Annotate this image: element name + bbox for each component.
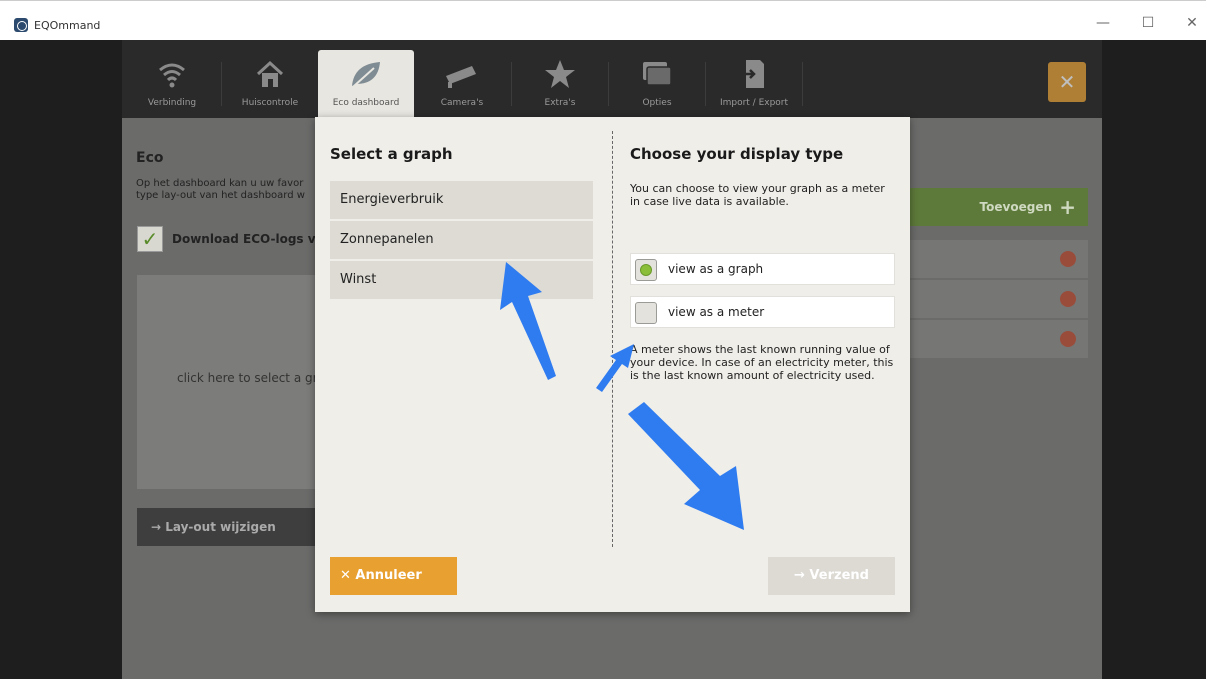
meter-explanation: A meter shows the last known running val… (630, 343, 894, 382)
top-nav: Verbinding Huiscontrole Eco dashboard Ca… (122, 40, 1102, 118)
nav-label: Import / Export (719, 98, 789, 108)
add-button[interactable]: Toevoegen + (908, 188, 1088, 226)
nav-label: Verbinding (147, 98, 197, 108)
view-as-meter-label: view as a meter (668, 305, 765, 319)
nav-import-export[interactable]: Import / Export (706, 50, 802, 118)
close-app-button[interactable]: ✕ (1048, 62, 1086, 102)
nav-separator (802, 62, 803, 106)
list-item (908, 240, 1088, 278)
view-as-meter-option[interactable]: view as a meter (630, 296, 895, 328)
graph-placeholder-hint: click here to select a gr (177, 371, 318, 385)
window-titlebar: EQOmmand — ☐ ✕ (0, 0, 1206, 40)
display-type-title: Choose your display type (630, 145, 844, 163)
display-type-description: You can choose to view your graph as a m… (630, 182, 885, 208)
remove-icon[interactable] (1060, 251, 1076, 267)
window-title: EQOmmand (34, 19, 101, 32)
remove-icon[interactable] (1060, 331, 1076, 347)
change-layout-button[interactable]: → Lay-out wijzigen (137, 508, 317, 546)
nav-label: Huiscontrole (241, 98, 299, 108)
nav-extras[interactable]: Extra's (512, 50, 608, 118)
nav-label: Extra's (544, 98, 576, 108)
graph-option-energieverbruik[interactable]: Energieverbruik (330, 181, 593, 219)
download-logs-label: Download ECO-logs vo (172, 232, 324, 246)
import-icon (742, 60, 764, 88)
selected-dot-icon (640, 264, 652, 276)
nav-label: Opties (642, 98, 672, 108)
windows-icon (643, 62, 672, 86)
close-window-button[interactable]: ✕ (1177, 15, 1206, 31)
minimize-button[interactable]: — (1088, 15, 1118, 31)
graph-option-winst[interactable]: Winst (330, 261, 593, 299)
view-as-graph-radio[interactable] (635, 259, 657, 281)
page-description: Op het dashboard kan u uw favor type lay… (136, 178, 305, 201)
nav-label: Camera's (440, 98, 484, 108)
cancel-button[interactable]: ✕ Annuleer (330, 557, 457, 595)
graph-option-zonnepanelen[interactable]: Zonnepanelen (330, 221, 593, 259)
list-item (908, 280, 1088, 318)
nav-opties[interactable]: Opties (609, 50, 705, 118)
add-button-label: Toevoegen (979, 200, 1052, 214)
view-as-graph-option[interactable]: view as a graph (630, 253, 895, 285)
leaf-icon (352, 62, 380, 87)
star-icon (545, 60, 575, 88)
camera-icon (446, 66, 476, 88)
download-logs-checkbox[interactable]: ✓ (137, 226, 163, 252)
maximize-button[interactable]: ☐ (1133, 15, 1163, 31)
nav-verbinding[interactable]: Verbinding (124, 50, 220, 118)
app-logo-icon (14, 18, 28, 32)
plus-icon: + (1059, 195, 1076, 219)
view-as-graph-label: view as a graph (668, 262, 764, 276)
wifi-icon (159, 63, 185, 88)
nav-huiscontrole[interactable]: Huiscontrole (222, 50, 318, 118)
select-graph-title: Select a graph (330, 145, 453, 163)
select-graph-dialog: Select a graph Energieverbruik Zonnepane… (315, 117, 910, 612)
remove-icon[interactable] (1060, 291, 1076, 307)
home-icon (256, 60, 284, 87)
page-title: Eco (136, 150, 164, 166)
dialog-divider (612, 131, 613, 547)
graph-placeholder[interactable]: click here to select a gr (137, 275, 327, 489)
list-item (908, 320, 1088, 358)
nav-eco-dashboard[interactable]: Eco dashboard (318, 50, 414, 118)
nav-cameras[interactable]: Camera's (414, 50, 510, 118)
view-as-meter-radio[interactable] (635, 302, 657, 324)
nav-label: Eco dashboard (332, 98, 400, 108)
send-button[interactable]: → Verzend (768, 557, 895, 595)
